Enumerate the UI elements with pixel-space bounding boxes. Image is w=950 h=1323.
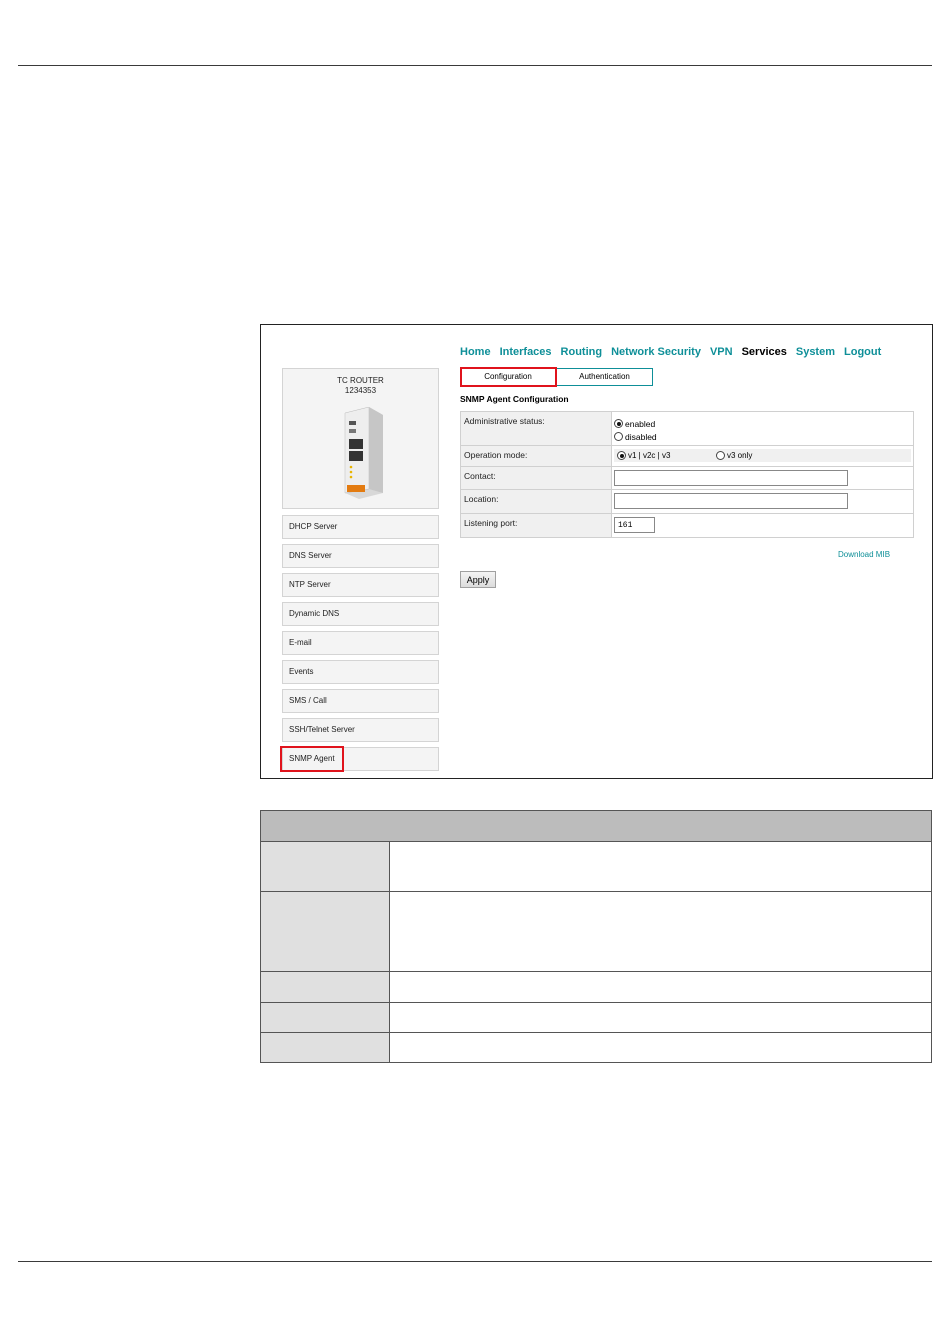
row-contact: Contact: (461, 467, 913, 490)
contact-label: Contact: (461, 467, 612, 489)
page-top-rule (18, 65, 932, 66)
mode-v1-v2c-v3-label: v1 | v2c | v3 (628, 451, 671, 460)
snmp-config-form: Administrative status: enabled disabled … (460, 411, 914, 538)
row-listening-port: Listening port: (461, 514, 913, 537)
admin-enabled-option[interactable]: enabled (614, 417, 911, 430)
parameter-value-cell (390, 1033, 931, 1062)
parameter-row (261, 972, 931, 1003)
product-number: 1234353 (344, 386, 377, 395)
contact-input[interactable] (614, 470, 848, 486)
parameter-table-header (261, 811, 931, 842)
side-item-dhcp-server[interactable]: DHCP Server (282, 515, 439, 539)
radio-enabled-icon[interactable] (614, 419, 623, 428)
nav-interfaces[interactable]: Interfaces (500, 346, 552, 358)
admin-enabled-label: enabled (625, 418, 656, 429)
side-item-sms-call[interactable]: SMS / Call (282, 689, 439, 713)
parameter-value-cell (390, 892, 931, 971)
parameter-row (261, 1033, 931, 1062)
router-device-image (344, 407, 383, 499)
product-name: TC ROUTER (337, 376, 384, 385)
nav-system[interactable]: System (796, 346, 835, 358)
services-side-menu: DHCP Server DNS Server NTP Server Dynami… (282, 515, 439, 776)
listening-port-input[interactable] (614, 517, 655, 533)
side-item-email[interactable]: E-mail (282, 631, 439, 655)
parameter-row (261, 1003, 931, 1033)
parameter-key-cell (261, 1003, 390, 1032)
screenshot-frame: Home Interfaces Routing Network Security… (260, 324, 933, 779)
radio-v3-only-icon[interactable] (716, 451, 725, 460)
side-item-events[interactable]: Events (282, 660, 439, 684)
tab-authentication[interactable]: Authentication (556, 368, 653, 385)
parameter-value-cell (390, 1003, 931, 1032)
parameter-value-cell (390, 972, 931, 1002)
location-label: Location: (461, 490, 612, 513)
parameter-key-cell (261, 1033, 390, 1062)
admin-disabled-option[interactable]: disabled (614, 430, 911, 443)
side-item-dns-server[interactable]: DNS Server (282, 544, 439, 568)
admin-disabled-label: disabled (625, 431, 657, 442)
product-panel: TC ROUTER 1234353 (282, 368, 439, 509)
configuration-tab-highlight (460, 367, 557, 387)
side-item-ssh-telnet-server[interactable]: SSH/Telnet Server (282, 718, 439, 742)
row-admin-status: Administrative status: enabled disabled (461, 412, 913, 446)
snmp-agent-highlight (280, 746, 344, 772)
parameter-key-cell (261, 972, 390, 1002)
section-title: SNMP Agent Configuration (460, 394, 569, 404)
nav-vpn[interactable]: VPN (710, 346, 733, 358)
apply-button[interactable]: Apply (460, 571, 496, 588)
parameter-key-cell (261, 892, 390, 971)
nav-network-security[interactable]: Network Security (611, 346, 701, 358)
side-item-dynamic-dns[interactable]: Dynamic DNS (282, 602, 439, 626)
nav-routing[interactable]: Routing (561, 346, 603, 358)
parameter-key-cell (261, 842, 390, 891)
top-navigation: Home Interfaces Routing Network Security… (460, 346, 890, 358)
side-item-ntp-server[interactable]: NTP Server (282, 573, 439, 597)
operation-mode-options: v1 | v2c | v3 v3 only (614, 449, 911, 462)
row-location: Location: (461, 490, 913, 514)
admin-status-label: Administrative status: (461, 412, 612, 445)
nav-services[interactable]: Services (742, 346, 787, 358)
row-operation-mode: Operation mode: v1 | v2c | v3 v3 only (461, 446, 913, 467)
nav-logout[interactable]: Logout (844, 346, 881, 358)
radio-disabled-icon[interactable] (614, 432, 623, 441)
nav-home[interactable]: Home (460, 346, 491, 358)
download-mib-link[interactable]: Download MIB (838, 550, 890, 559)
parameter-row (261, 842, 931, 892)
parameter-value-cell (390, 842, 931, 891)
mode-v3-only-label: v3 only (727, 451, 753, 460)
location-input[interactable] (614, 493, 848, 509)
listening-port-label: Listening port: (461, 514, 612, 537)
parameter-row (261, 892, 931, 972)
operation-mode-label: Operation mode: (461, 446, 612, 466)
parameter-table (260, 810, 932, 1063)
page-bottom-rule (18, 1261, 932, 1262)
radio-v1-v2c-v3-icon[interactable] (617, 451, 626, 460)
